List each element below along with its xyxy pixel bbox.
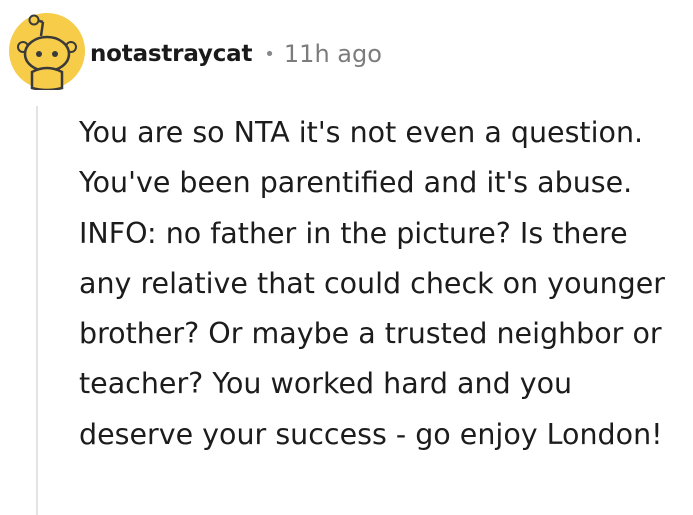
separator-dot: • — [264, 43, 275, 65]
user-avatar[interactable] — [8, 12, 86, 92]
thread-line[interactable] — [36, 106, 38, 515]
comment: notastraycat • 11h ago You are so NTA it… — [0, 0, 693, 515]
author-username[interactable]: notastraycat — [90, 41, 252, 67]
comment-timestamp[interactable]: 11h ago — [284, 40, 382, 68]
comment-body: You are so NTA it's not even a question.… — [79, 116, 666, 451]
comment-header: notastraycat • 11h ago — [90, 34, 382, 74]
snoo-avatar-icon — [9, 13, 85, 92]
